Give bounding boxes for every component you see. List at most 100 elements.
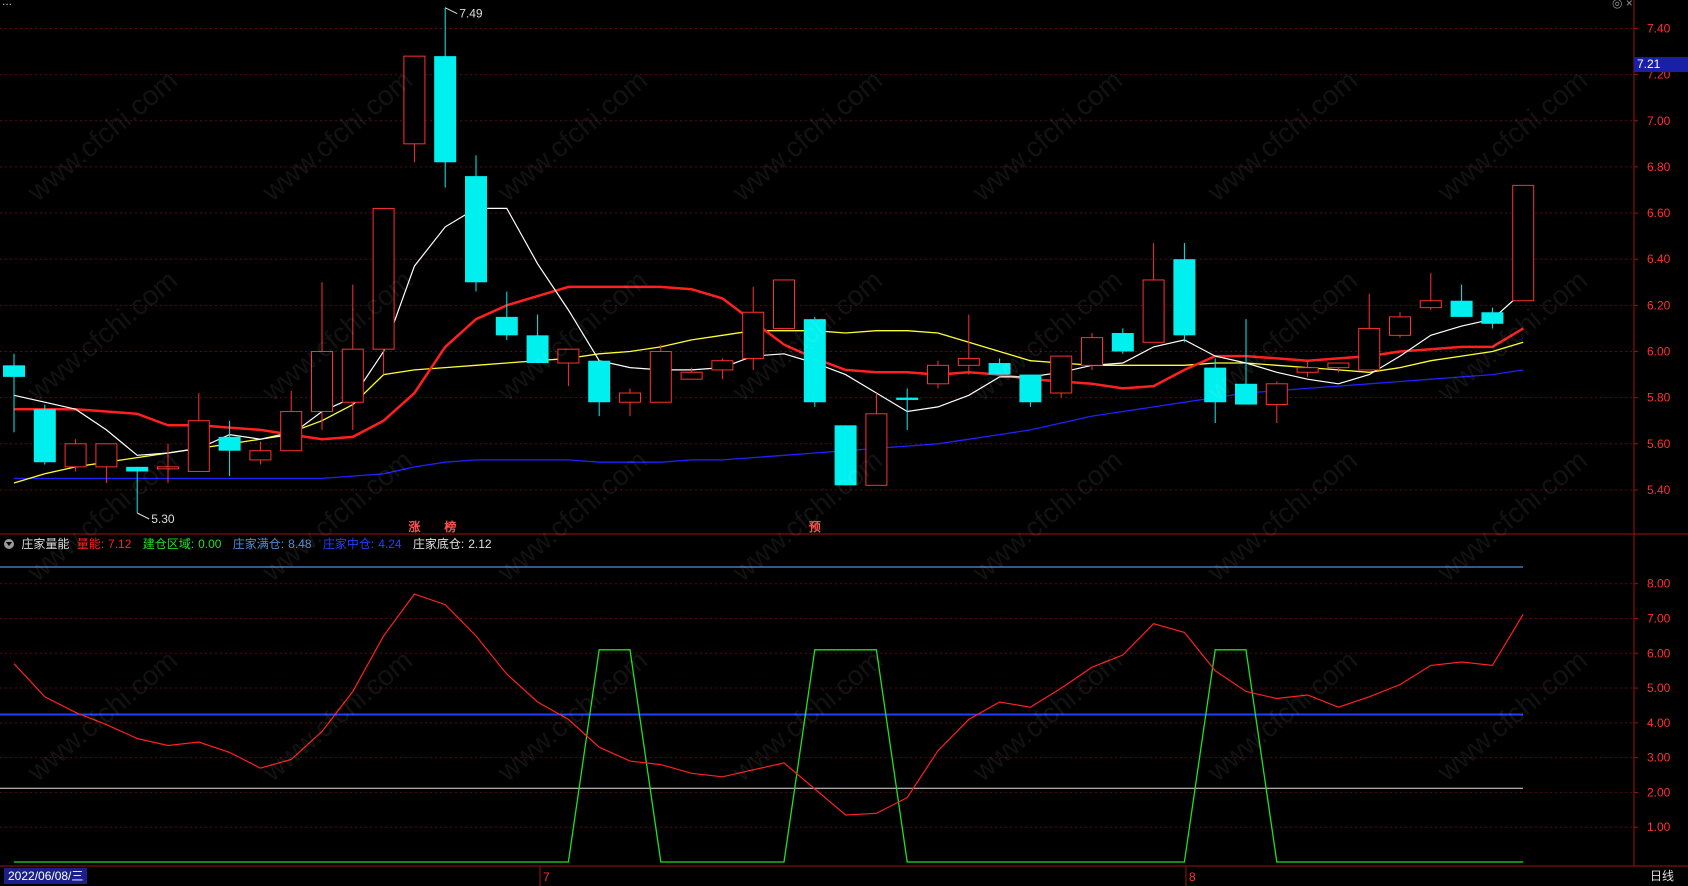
candle (64, 439, 87, 472)
price-tick-label: 6.60 (1647, 206, 1671, 220)
high-label: 7.49 (459, 7, 483, 21)
candle-body (588, 360, 611, 403)
chart-canvas[interactable]: 7.495.30涨榜预 7.407.207.006.806.606.406.20… (0, 0, 1688, 886)
candle (1111, 328, 1134, 354)
candle-body (1512, 184, 1535, 302)
candle (1081, 333, 1103, 370)
candle-body (157, 466, 179, 470)
candle (1419, 273, 1442, 310)
indicator-header: 庄家量能 量能: 7.12 建仓区域: 0.00 庄家满仓: 8.48 庄家中仓: 4.… (4, 535, 500, 553)
candle-body (1327, 362, 1350, 369)
candle-body (1142, 279, 1165, 343)
candle-body (280, 410, 303, 452)
candle (711, 358, 734, 380)
candle-body (1050, 355, 1073, 394)
candle (95, 443, 118, 484)
kline-chart-window: ... ◎ × 7.49 5.30 涨榜预 7.40 7.20 7.00 6.80 6.60… (0, 0, 1688, 886)
candle (896, 388, 919, 430)
candle (311, 282, 333, 430)
candle-body (680, 371, 703, 380)
indicator-tick-label: 2.00 (1647, 785, 1671, 799)
candle-body (1111, 333, 1134, 352)
candle (372, 207, 395, 375)
candle-body (1419, 300, 1442, 309)
candle (557, 348, 580, 387)
price-tick-label: 5.60 (1647, 437, 1671, 451)
candle (249, 441, 272, 465)
candle (649, 344, 672, 403)
candle-body (95, 443, 118, 468)
candle (33, 404, 56, 465)
candle-body (1389, 316, 1411, 336)
ma60-line (14, 369, 1524, 480)
indicator-tick-label: 1.00 (1647, 820, 1671, 834)
candle (803, 316, 826, 407)
candle-body (834, 425, 857, 486)
candle-body (33, 409, 56, 463)
candle-body (1173, 259, 1196, 336)
candle (927, 360, 949, 389)
candle-body (773, 279, 795, 329)
collapse-icon[interactable] (4, 539, 14, 549)
price-tick-label: 6.00 (1647, 344, 1671, 358)
candle-body (742, 311, 765, 359)
candle (126, 466, 149, 513)
month-label: 8 (1189, 870, 1196, 884)
candle-body (249, 450, 272, 461)
period-selector[interactable]: 日线 (1636, 868, 1688, 884)
candle-body (557, 348, 580, 364)
candle (1296, 360, 1319, 377)
indicator-tick-label: 8.00 (1647, 577, 1671, 591)
candle-body (372, 207, 395, 350)
candle (187, 393, 210, 472)
candle (1389, 312, 1411, 338)
candle (465, 155, 487, 292)
price-tick-label: 6.40 (1647, 252, 1671, 266)
candle-body (311, 350, 333, 412)
indicator-title: 庄家量能 (21, 537, 70, 551)
event-marker: 预 (809, 520, 821, 534)
price-tick-label: 7.00 (1647, 114, 1671, 128)
indicator-value-volume: 量能: 7.12 (76, 537, 132, 551)
month-label: 7 (543, 870, 550, 884)
price-tick-label: 7.40 (1647, 21, 1671, 35)
price-tick-label: 5.80 (1647, 391, 1671, 405)
candle-body (711, 360, 734, 371)
candle (988, 358, 1011, 375)
candle (1265, 381, 1288, 424)
candle-body (126, 466, 149, 472)
candle (495, 291, 518, 340)
candle-body (434, 56, 457, 163)
candle (280, 390, 303, 452)
candle-body (927, 364, 949, 385)
candle (403, 55, 426, 163)
candle (1142, 243, 1165, 343)
high-pointer (444, 7, 458, 15)
candle-body (341, 348, 364, 403)
indicator-tick-label: 3.00 (1647, 751, 1671, 765)
candle-body (1481, 312, 1504, 324)
candle (742, 286, 765, 370)
candle (526, 314, 549, 364)
indicator-tick-label: 5.00 (1647, 681, 1671, 695)
candle-body (403, 55, 426, 145)
indicator-tick-label: 6.00 (1647, 646, 1671, 660)
candle-body (495, 316, 518, 336)
event-marker: 榜 (444, 519, 456, 534)
candle-body (1019, 374, 1042, 403)
candle (1173, 243, 1196, 343)
candle (1450, 284, 1473, 317)
cursor-date: 2022/06/08/三 (4, 868, 88, 884)
candle-body (1358, 327, 1381, 371)
candle (1512, 184, 1535, 302)
candle-body (957, 357, 980, 366)
price-tick-label: 6.20 (1647, 298, 1671, 312)
candle (157, 443, 179, 484)
candle (1204, 358, 1227, 424)
candle (1019, 374, 1042, 407)
candle-body (865, 413, 888, 486)
candle-body (465, 176, 487, 283)
low-label: 5.30 (151, 512, 175, 526)
ma10-line (13, 330, 1524, 484)
low-pointer (136, 512, 150, 520)
